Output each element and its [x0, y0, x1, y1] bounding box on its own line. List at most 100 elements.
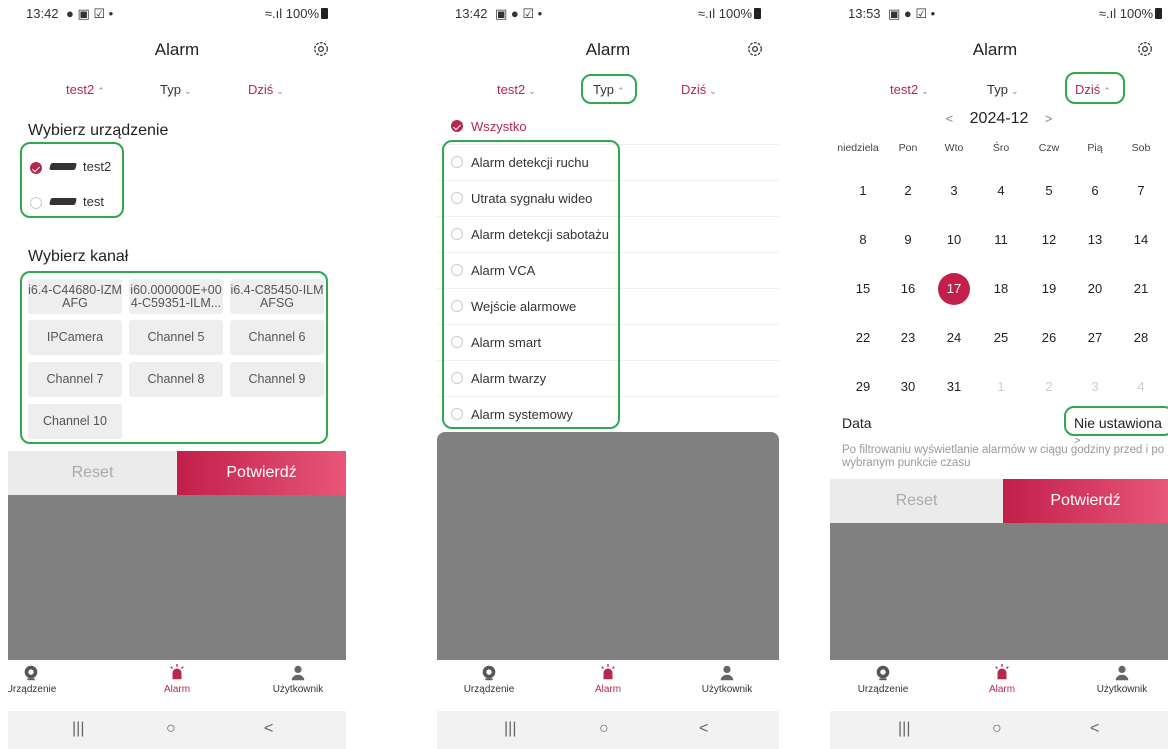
tab-device[interactable]: Urządzenie: [838, 660, 928, 695]
filter-type[interactable]: Typ ⌄: [160, 82, 192, 97]
notification-icons: ▣ ● ☑ •: [888, 6, 936, 21]
calendar-day[interactable]: 18: [978, 273, 1024, 305]
dim-overlay[interactable]: [8, 495, 346, 660]
home-button[interactable]: ○: [992, 720, 1002, 738]
calendar-day[interactable]: 21: [1118, 273, 1164, 305]
calendar-day[interactable]: 28: [1118, 322, 1164, 354]
calendar-day[interactable]: 8: [840, 224, 886, 256]
next-month-button[interactable]: >: [1045, 111, 1053, 126]
dim-overlay[interactable]: [830, 523, 1168, 660]
filter-date[interactable]: Dziś ⌄: [681, 82, 717, 97]
filter-device[interactable]: test2 ⌃: [66, 82, 105, 97]
gear-icon[interactable]: [746, 40, 764, 58]
back-button[interactable]: <: [264, 720, 273, 738]
calendar-day[interactable]: 22: [840, 322, 886, 354]
tab-bar: Urządzenie Alarm Użytkownik: [437, 660, 779, 710]
calendar-day[interactable]: 3: [1072, 371, 1118, 403]
tab-alarm[interactable]: Alarm: [563, 660, 653, 695]
status-bar: 13:53 ▣ ● ☑ • ≈.ıl 100%: [848, 6, 1162, 26]
filter-date[interactable]: Dziś ⌄: [248, 82, 284, 97]
tab-user[interactable]: Użytkownik: [253, 660, 343, 695]
calendar-day[interactable]: 20: [1072, 273, 1118, 305]
user-icon: [291, 665, 305, 681]
calendar-day[interactable]: 1: [978, 371, 1024, 403]
home-button[interactable]: ○: [599, 720, 609, 738]
gear-icon[interactable]: [312, 40, 330, 58]
tab-device[interactable]: Urządzenie: [444, 660, 534, 695]
calendar-day[interactable]: 16: [885, 273, 931, 305]
confirm-button[interactable]: Potwierdź: [1003, 479, 1168, 523]
calendar-day[interactable]: 26: [1026, 322, 1072, 354]
screen-date-filter: 13:53 ▣ ● ☑ • ≈.ıl 100% Alarm test2 ⌄ Typ…: [830, 0, 1168, 749]
type-radio-all[interactable]: [451, 120, 463, 132]
calendar-day[interactable]: 2: [885, 175, 931, 207]
calendar-day[interactable]: 2: [1026, 371, 1072, 403]
chevron-down-icon: ⌄: [1010, 86, 1019, 96]
calendar-day[interactable]: 24: [931, 322, 977, 354]
tab-device-label: Urządzenie: [463, 684, 515, 695]
page-title: Alarm: [585, 40, 631, 59]
tab-user[interactable]: Użytkownik: [682, 660, 772, 695]
status-bar: 13:42 ▣ ● ☑ • ≈.ıl 100%: [455, 6, 761, 26]
calendar-day[interactable]: 25: [978, 322, 1024, 354]
tab-alarm[interactable]: Alarm: [957, 660, 1047, 695]
tab-device[interactable]: Urządzenie: [8, 660, 76, 695]
filter-device[interactable]: test2 ⌄: [497, 82, 536, 97]
screen-device-filter: 13:42 ● ▣ ☑ • ≈.ıl 100% Alarm test2 ⌃ Typ…: [8, 0, 346, 749]
calendar-day[interactable]: 29: [840, 371, 886, 403]
dim-overlay[interactable]: [437, 432, 779, 660]
reset-button[interactable]: Reset: [8, 451, 177, 495]
recent-apps-button[interactable]: |||: [898, 720, 910, 738]
calendar-day[interactable]: 1: [840, 175, 886, 207]
calendar-day[interactable]: 15: [840, 273, 886, 305]
battery-indicator: ≈.ıl 100%: [698, 6, 761, 21]
filter-date-label: Dziś: [681, 82, 707, 97]
siren-icon: [170, 664, 184, 680]
prev-month-button[interactable]: <: [946, 111, 954, 126]
back-button[interactable]: <: [699, 720, 708, 738]
calendar-day[interactable]: 23: [885, 322, 931, 354]
calendar-day[interactable]: 17: [931, 273, 977, 305]
calendar-day[interactable]: 30: [885, 371, 931, 403]
confirm-button[interactable]: Potwierdź: [177, 451, 346, 495]
recent-apps-button[interactable]: |||: [72, 720, 84, 738]
filter-type[interactable]: Typ ⌄: [987, 82, 1019, 97]
calendar-day[interactable]: 19: [1026, 273, 1072, 305]
calendar-day[interactable]: 14: [1118, 224, 1164, 256]
filter-device[interactable]: test2 ⌄: [890, 82, 929, 97]
reset-button[interactable]: Reset: [830, 479, 1003, 523]
status-time: 13:53: [848, 6, 881, 21]
calendar-day[interactable]: 5: [1026, 175, 1072, 207]
tab-alarm[interactable]: Alarm: [132, 660, 222, 695]
android-nav-bar: ||| ○ <: [437, 711, 779, 749]
chevron-up-icon: ⌃: [97, 86, 105, 96]
calendar-day[interactable]: 7: [1118, 175, 1164, 207]
highlight-device-list: [20, 142, 124, 218]
calendar-day[interactable]: 12: [1026, 224, 1072, 256]
siren-icon: [601, 664, 615, 680]
battery-icon: [754, 8, 761, 19]
calendar-day[interactable]: 11: [978, 224, 1024, 256]
calendar-day[interactable]: 4: [978, 175, 1024, 207]
user-icon: [1115, 665, 1129, 681]
calendar-day[interactable]: 9: [885, 224, 931, 256]
calendar-day[interactable]: 13: [1072, 224, 1118, 256]
weekday-label: niedziela: [837, 142, 879, 154]
calendar-day[interactable]: 10: [931, 224, 977, 256]
device-section-title: Wybierz urządzenie: [28, 122, 169, 139]
status-bar: 13:42 ● ▣ ☑ • ≈.ıl 100%: [26, 6, 328, 26]
back-button[interactable]: <: [1090, 720, 1099, 738]
tab-user[interactable]: Użytkownik: [1077, 660, 1167, 695]
calendar-day[interactable]: 6: [1072, 175, 1118, 207]
gear-icon[interactable]: [1136, 40, 1154, 58]
calendar-day[interactable]: 4: [1118, 371, 1164, 403]
camera-icon: [876, 665, 890, 681]
battery-icon: [321, 8, 328, 19]
tab-user-label: Użytkownik: [701, 684, 753, 695]
recent-apps-button[interactable]: |||: [504, 720, 516, 738]
home-button[interactable]: ○: [166, 720, 176, 738]
tab-alarm-label: Alarm: [594, 684, 622, 695]
calendar-day[interactable]: 3: [931, 175, 977, 207]
calendar-day[interactable]: 31: [931, 371, 977, 403]
calendar-day[interactable]: 27: [1072, 322, 1118, 354]
